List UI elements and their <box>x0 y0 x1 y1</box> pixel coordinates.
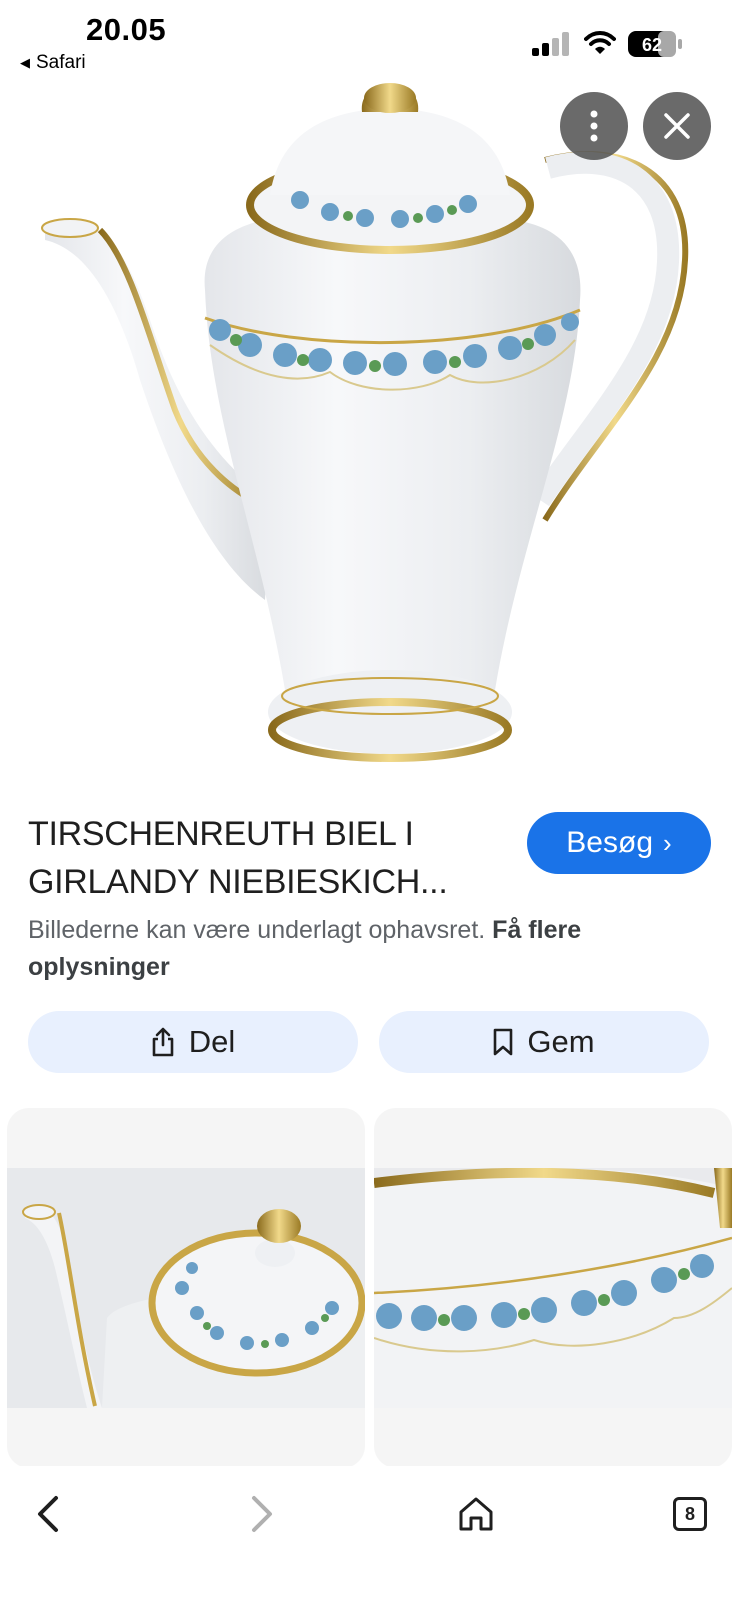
visit-label: Besøg <box>566 826 654 859</box>
battery-icon: 62 <box>628 30 684 58</box>
tabs-button[interactable]: 8 <box>660 1484 720 1544</box>
more-vertical-icon <box>590 110 598 142</box>
copyright-notice: Billederne kan være underlagt ophavsret.… <box>28 912 708 986</box>
share-label: Del <box>188 1024 236 1059</box>
related-image-1[interactable] <box>7 1108 365 1468</box>
copyright-text: Billederne kan være underlagt ophavsret. <box>28 916 486 944</box>
back-to-app-button[interactable]: ◀ Safari <box>20 52 86 74</box>
chevron-left-icon <box>38 1496 58 1532</box>
status-bar: 20.05 ◀ Safari 62 <box>0 0 740 80</box>
teapot-lid-image <box>7 1168 365 1408</box>
tab-count: 8 <box>673 1497 707 1531</box>
forward-button[interactable] <box>232 1484 292 1544</box>
bookmark-icon <box>494 1028 513 1056</box>
teapot-image <box>41 83 689 762</box>
hero-image[interactable] <box>0 0 740 790</box>
chevron-right-icon: › <box>663 827 672 858</box>
back-app-label: Safari <box>36 52 86 73</box>
cellular-signal-icon <box>532 32 569 56</box>
back-button[interactable] <box>18 1484 78 1544</box>
visit-button[interactable]: Besøg › <box>527 812 711 874</box>
more-options-button[interactable] <box>560 92 628 160</box>
home-icon <box>459 1497 493 1531</box>
close-icon <box>664 113 690 139</box>
related-image-2[interactable] <box>374 1108 732 1468</box>
close-button[interactable] <box>643 92 711 160</box>
browser-toolbar: 8 <box>0 1466 740 1600</box>
share-icon <box>152 1027 174 1057</box>
clock: 20.05 <box>86 12 167 47</box>
share-button[interactable]: Del <box>28 1011 358 1073</box>
result-title[interactable]: TIRSCHENREUTH BIEL I GIRLANDY NIEBIESKIC… <box>28 810 478 906</box>
back-triangle-icon: ◀ <box>20 55 30 70</box>
teapot-band-image <box>374 1168 732 1408</box>
wifi-icon <box>584 31 616 54</box>
chevron-right-icon <box>252 1496 272 1532</box>
battery-level: 62 <box>642 35 662 55</box>
save-button[interactable]: Gem <box>379 1011 709 1073</box>
home-button[interactable] <box>446 1484 506 1544</box>
save-label: Gem <box>527 1024 595 1059</box>
